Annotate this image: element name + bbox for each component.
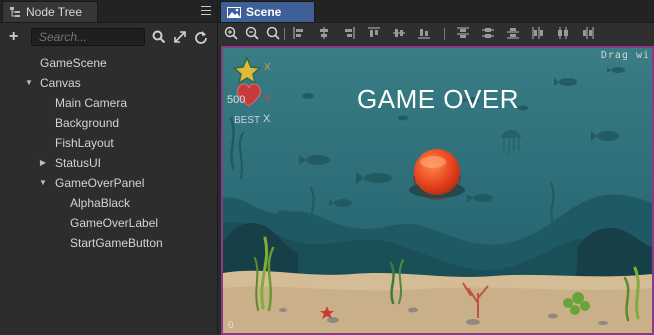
scene-tabbar: Scene [218, 0, 654, 23]
node-tree-tabbar: Node Tree [0, 0, 217, 23]
collapse-all-icon[interactable] [173, 30, 187, 44]
tree-item-main-camera[interactable]: Main Camera [55, 94, 127, 112]
refresh-icon[interactable] [194, 30, 208, 44]
tree-item-gameoverpanel[interactable]: GameOverPanel [55, 174, 144, 192]
game-over-label[interactable]: GAME OVER [357, 84, 519, 115]
search-input[interactable] [31, 28, 145, 46]
align-left-icon[interactable] [292, 26, 306, 40]
star-x-marker: X [264, 62, 271, 73]
tree-item-fishlayout[interactable]: FishLayout [55, 134, 114, 152]
zoom-out-icon[interactable] [245, 26, 259, 40]
align-top-icon[interactable] [367, 26, 381, 40]
tree-item-alphablack[interactable]: AlphaBlack [70, 194, 130, 212]
tab-node-tree[interactable]: Node Tree [2, 1, 98, 22]
tree-item-statusui[interactable]: StatusUI [55, 154, 101, 172]
add-node-icon[interactable]: + [9, 28, 18, 46]
score-label: 500 [227, 94, 246, 106]
scene-icon [227, 7, 241, 18]
tree-item-startgamebutton[interactable]: StartGameButton [70, 234, 163, 252]
expand-arrow-down-icon[interactable]: ▼ [38, 174, 48, 192]
scene-panel: Scene Drag wi GAME OVER X 500 X BEST X 0 [218, 0, 654, 335]
align-right-icon[interactable] [342, 26, 356, 40]
start-game-button[interactable] [414, 149, 460, 195]
distribute-center-icon[interactable] [556, 26, 570, 40]
align-middle-v-icon[interactable] [392, 26, 406, 40]
tab-scene[interactable]: Scene [220, 1, 315, 22]
axis-zero-label: 0 [228, 320, 234, 331]
tab-scene-label: Scene [246, 5, 282, 19]
tree-item-canvas[interactable]: Canvas [40, 74, 81, 92]
scene-viewport[interactable]: Drag wi GAME OVER X 500 X BEST X 0 [221, 46, 654, 335]
tree-item-gameoverlabel[interactable]: GameOverLabel [70, 214, 158, 232]
node-tree-icon [10, 7, 20, 17]
node-tree-panel: Node Tree + GameScene ▼ Canvas Main Came… [0, 0, 218, 335]
align-center-h-icon[interactable] [317, 26, 331, 40]
align-bottom-icon[interactable] [417, 26, 431, 40]
drag-hint-text: Drag wi [600, 50, 650, 61]
heart-x-marker: X [264, 93, 271, 104]
distribute-middle-icon[interactable] [481, 26, 495, 40]
tree-item-background[interactable]: Background [55, 114, 119, 132]
distribute-left-icon[interactable] [531, 26, 545, 40]
search-icon[interactable] [152, 30, 166, 44]
toolbar-divider [284, 28, 285, 40]
tab-node-tree-label: Node Tree [26, 5, 83, 19]
best-label: BEST [234, 115, 261, 126]
zoom-in-icon[interactable] [224, 26, 238, 40]
toolbar-divider [444, 28, 445, 40]
distribute-bottom-icon[interactable] [506, 26, 520, 40]
tree-item-gamescene[interactable]: GameScene [40, 54, 107, 72]
hamburger-menu-icon[interactable] [201, 6, 211, 15]
best-x-marker: X [263, 113, 271, 125]
expand-arrow-down-icon[interactable]: ▼ [24, 74, 34, 92]
scene-toolbar [218, 23, 654, 45]
node-tree-toolbar: + [0, 23, 217, 53]
expand-arrow-right-icon[interactable]: ▶ [38, 154, 48, 172]
distribute-right-icon[interactable] [581, 26, 595, 40]
zoom-reset-icon[interactable] [266, 26, 280, 40]
distribute-top-icon[interactable] [456, 26, 470, 40]
